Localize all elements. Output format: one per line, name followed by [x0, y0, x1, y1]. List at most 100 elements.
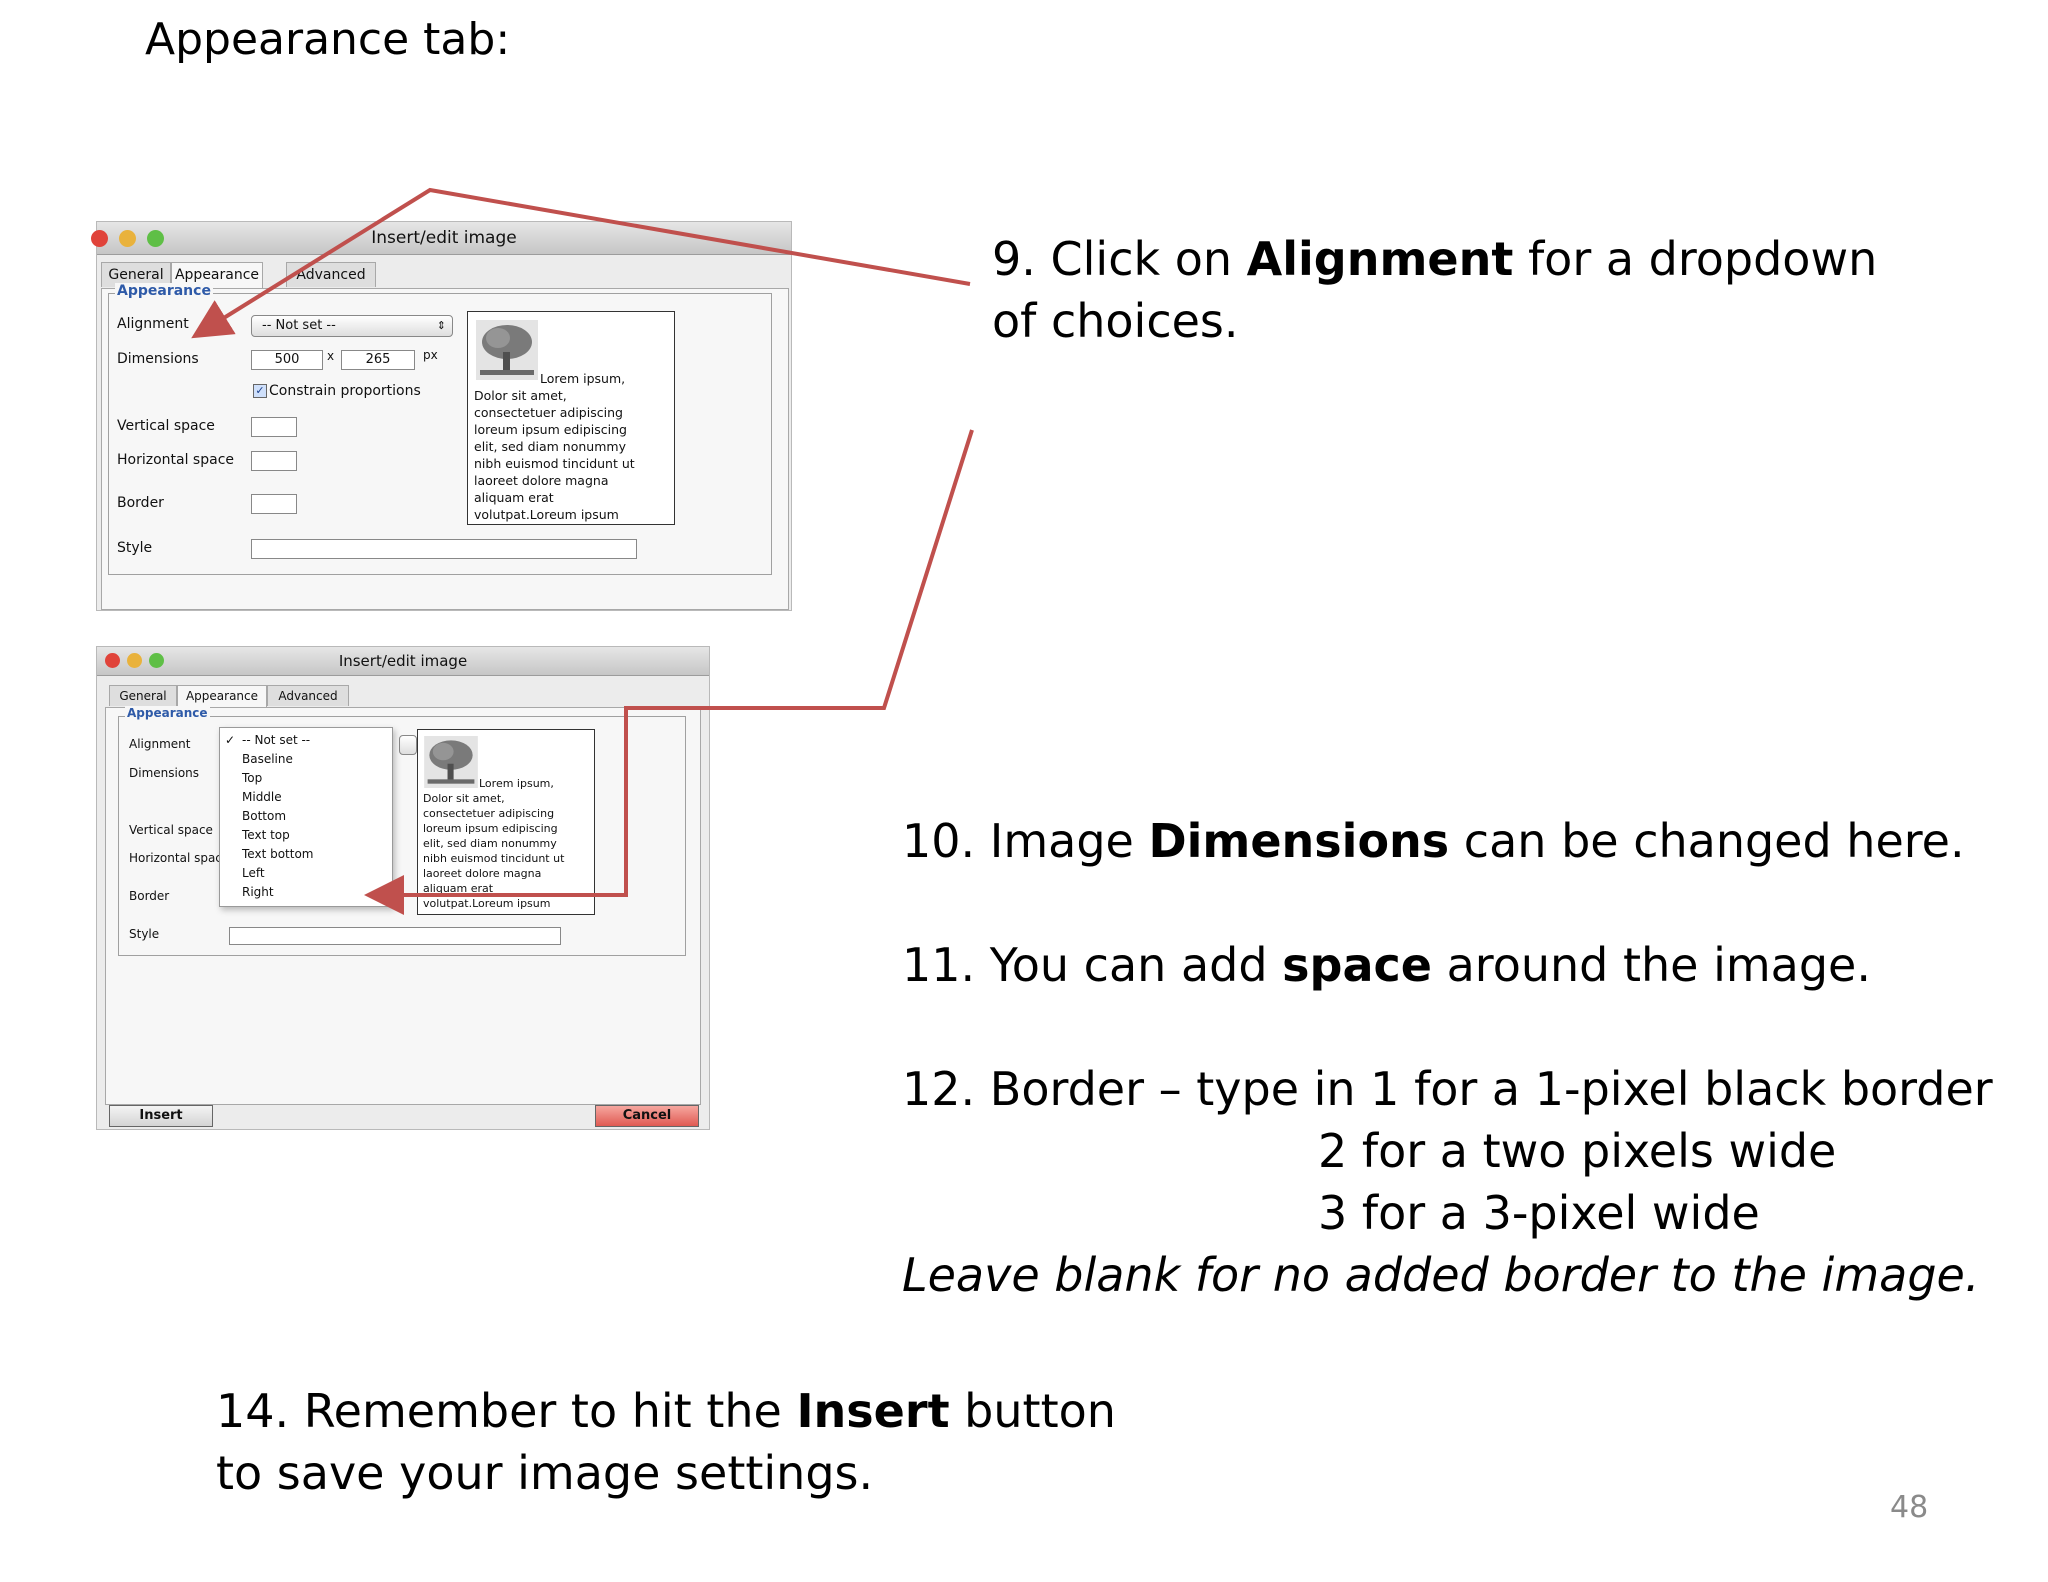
preview-line: elit, sed diam nonummy [423, 837, 557, 850]
dimensions-label: Dimensions [117, 351, 199, 367]
horizontal-space-label: Horizontal space [129, 851, 225, 865]
note-10-bold: Dimensions [1148, 814, 1450, 868]
note-9-line2: of choices. [992, 294, 1239, 348]
style-input[interactable] [229, 927, 561, 945]
menu-item-baseline[interactable]: Baseline [242, 752, 293, 766]
preview-line: consectetuer adipiscing [474, 405, 623, 420]
preview-line: aliquam erat [423, 882, 494, 895]
alignment-select[interactable] [399, 735, 417, 755]
preview-line: loreum ipsum edipiscing [474, 422, 627, 437]
preview-line: aliquam erat [474, 490, 554, 505]
alignment-label: Alignment [129, 737, 191, 751]
note-step-9: 9. Click on Alignment for a dropdown of … [992, 228, 1877, 352]
note-11-text-end: around the image. [1431, 938, 1871, 992]
tab-appearance[interactable]: Appearance [177, 685, 267, 708]
border-label: Border [117, 495, 164, 511]
preview-line: laoreet dolore magna [474, 473, 609, 488]
border-input[interactable] [251, 494, 297, 514]
note-12-line2: 2 for a two pixels wide [1318, 1124, 1837, 1178]
menu-item-middle[interactable]: Middle [242, 790, 282, 804]
select-arrows-icon: ⇕ [436, 319, 446, 332]
image-preview: Lorem ipsum, Dolor sit amet, consectetue… [467, 311, 675, 525]
vertical-space-label: Vertical space [129, 823, 213, 837]
checkmark-icon: ✓ [225, 733, 236, 747]
preview-line: nibh euismod tincidunt ut [474, 456, 635, 471]
note-10-text-end: can be changed here. [1449, 814, 1965, 868]
preview-line: nibh euismod tincidunt ut [423, 852, 565, 865]
note-9-text-end: for a dropdown [1513, 232, 1878, 286]
window-title: Insert/edit image [338, 652, 468, 670]
vertical-space-label: Vertical space [117, 418, 215, 434]
note-step-10: 10. Image Dimensions can be changed here… [902, 810, 1965, 872]
menu-item-left[interactable]: Left [242, 866, 265, 880]
note-12-italic: Leave blank for no added border to the i… [902, 1248, 1980, 1302]
menu-item-text-bottom[interactable]: Text bottom [242, 847, 313, 861]
note-step-14: 14. Remember to hit the Insert button to… [216, 1380, 1116, 1504]
note-11-bold: space [1282, 938, 1432, 992]
insert-button[interactable]: Insert [109, 1105, 213, 1127]
menu-item-not-set[interactable]: -- Not set -- [242, 733, 310, 747]
style-label: Style [117, 540, 153, 556]
note-step-11: 11. You can add space around the image. [902, 934, 1871, 996]
border-label: Border [129, 889, 170, 903]
appearance-fieldset: Appearance Alignment -- Not set -- ⇕ Dim… [108, 283, 772, 575]
note-14-text-end: button [949, 1384, 1116, 1438]
page-number: 48 [1890, 1490, 1929, 1525]
preview-line: laoreet dolore magna [423, 867, 542, 880]
alignment-dropdown-menu: ✓ -- Not set -- Baseline Top Middle Bott… [219, 727, 393, 907]
tab-advanced[interactable]: Advanced [267, 685, 349, 706]
preview-line: volutpat.Loreum ipsum [423, 897, 551, 910]
insert-edit-image-dialog: Insert/edit image General Appearance Adv… [91, 221, 792, 611]
tab-general[interactable]: General [109, 685, 177, 706]
appearance-panel: Appearance Alignment -- Not set -- ⇕ Dim… [101, 283, 789, 610]
tab-advanced[interactable]: Advanced [286, 262, 376, 287]
note-12-line3: 3 for a 3-pixel wide [1318, 1186, 1760, 1240]
appearance-panel: Appearance Alignment Dimensions Vertical… [105, 706, 701, 1105]
preview-line: Dolor sit amet, [423, 792, 505, 805]
dimensions-label: Dimensions [129, 766, 200, 780]
width-input[interactable]: 500 [251, 350, 323, 370]
menu-item-top[interactable]: Top [242, 771, 262, 785]
note-11-text: 11. You can add [902, 938, 1283, 992]
fieldset-legend: Appearance [125, 706, 210, 720]
preview-line: Lorem ipsum, [540, 371, 626, 386]
note-14-bold: Insert [796, 1384, 950, 1438]
times-label: x [327, 349, 335, 363]
preview-line: Dolor sit amet, [474, 388, 567, 403]
menu-item-right[interactable]: Right [242, 885, 274, 899]
preview-line: consectetuer adipiscing [423, 807, 555, 820]
appearance-fieldset: Appearance Alignment Dimensions Vertical… [118, 706, 686, 956]
cancel-button[interactable]: Cancel [595, 1105, 699, 1127]
preview-line: Lorem ipsum, [479, 777, 554, 790]
note-14-text: 14. Remember to hit the [216, 1384, 797, 1438]
preview-text: Lorem ipsum, Dolor sit amet, consectetue… [474, 370, 672, 523]
note-step-12: 12. Border – type in 1 for a 1-pixel bla… [902, 1058, 2022, 1306]
constrain-proportions-checkbox[interactable]: ✓ [253, 384, 267, 398]
alignment-label: Alignment [117, 316, 189, 332]
height-input[interactable]: 265 [341, 350, 415, 370]
preview-line: volutpat.Loreum ipsum [474, 507, 619, 522]
menu-item-text-top[interactable]: Text top [242, 828, 290, 842]
preview-line: elit, sed diam nonummy [474, 439, 626, 454]
horizontal-space-input[interactable] [251, 451, 297, 471]
note-14-line2: to save your image settings. [216, 1446, 874, 1500]
horizontal-space-label: Horizontal space [117, 452, 235, 468]
constrain-proportions-label: Constrain proportions [269, 383, 421, 399]
slide-title: Appearance tab: [145, 14, 511, 65]
alignment-selected-value: -- Not set -- [262, 318, 336, 333]
alignment-select[interactable]: -- Not set -- ⇕ [251, 315, 453, 337]
window-titlebar: Insert/edit image [97, 647, 709, 676]
vertical-space-input[interactable] [251, 417, 297, 437]
image-preview: Lorem ipsum, Dolor sit amet, consectetue… [417, 729, 595, 915]
preview-text: Lorem ipsum, Dolor sit amet, consectetue… [423, 776, 593, 911]
note-12-line1: 12. Border – type in 1 for a 1-pixel bla… [902, 1062, 1993, 1116]
fieldset-legend: Appearance [115, 283, 213, 299]
note-9-text: 9. Click on [992, 232, 1247, 286]
menu-item-bottom[interactable]: Bottom [242, 809, 286, 823]
style-label: Style [129, 927, 160, 941]
preview-line: loreum ipsum edipiscing [423, 822, 558, 835]
px-unit-label: px [423, 348, 438, 362]
style-input[interactable] [251, 539, 637, 559]
window-titlebar: Insert/edit image [91, 222, 791, 255]
window-title: Insert/edit image [371, 228, 517, 248]
